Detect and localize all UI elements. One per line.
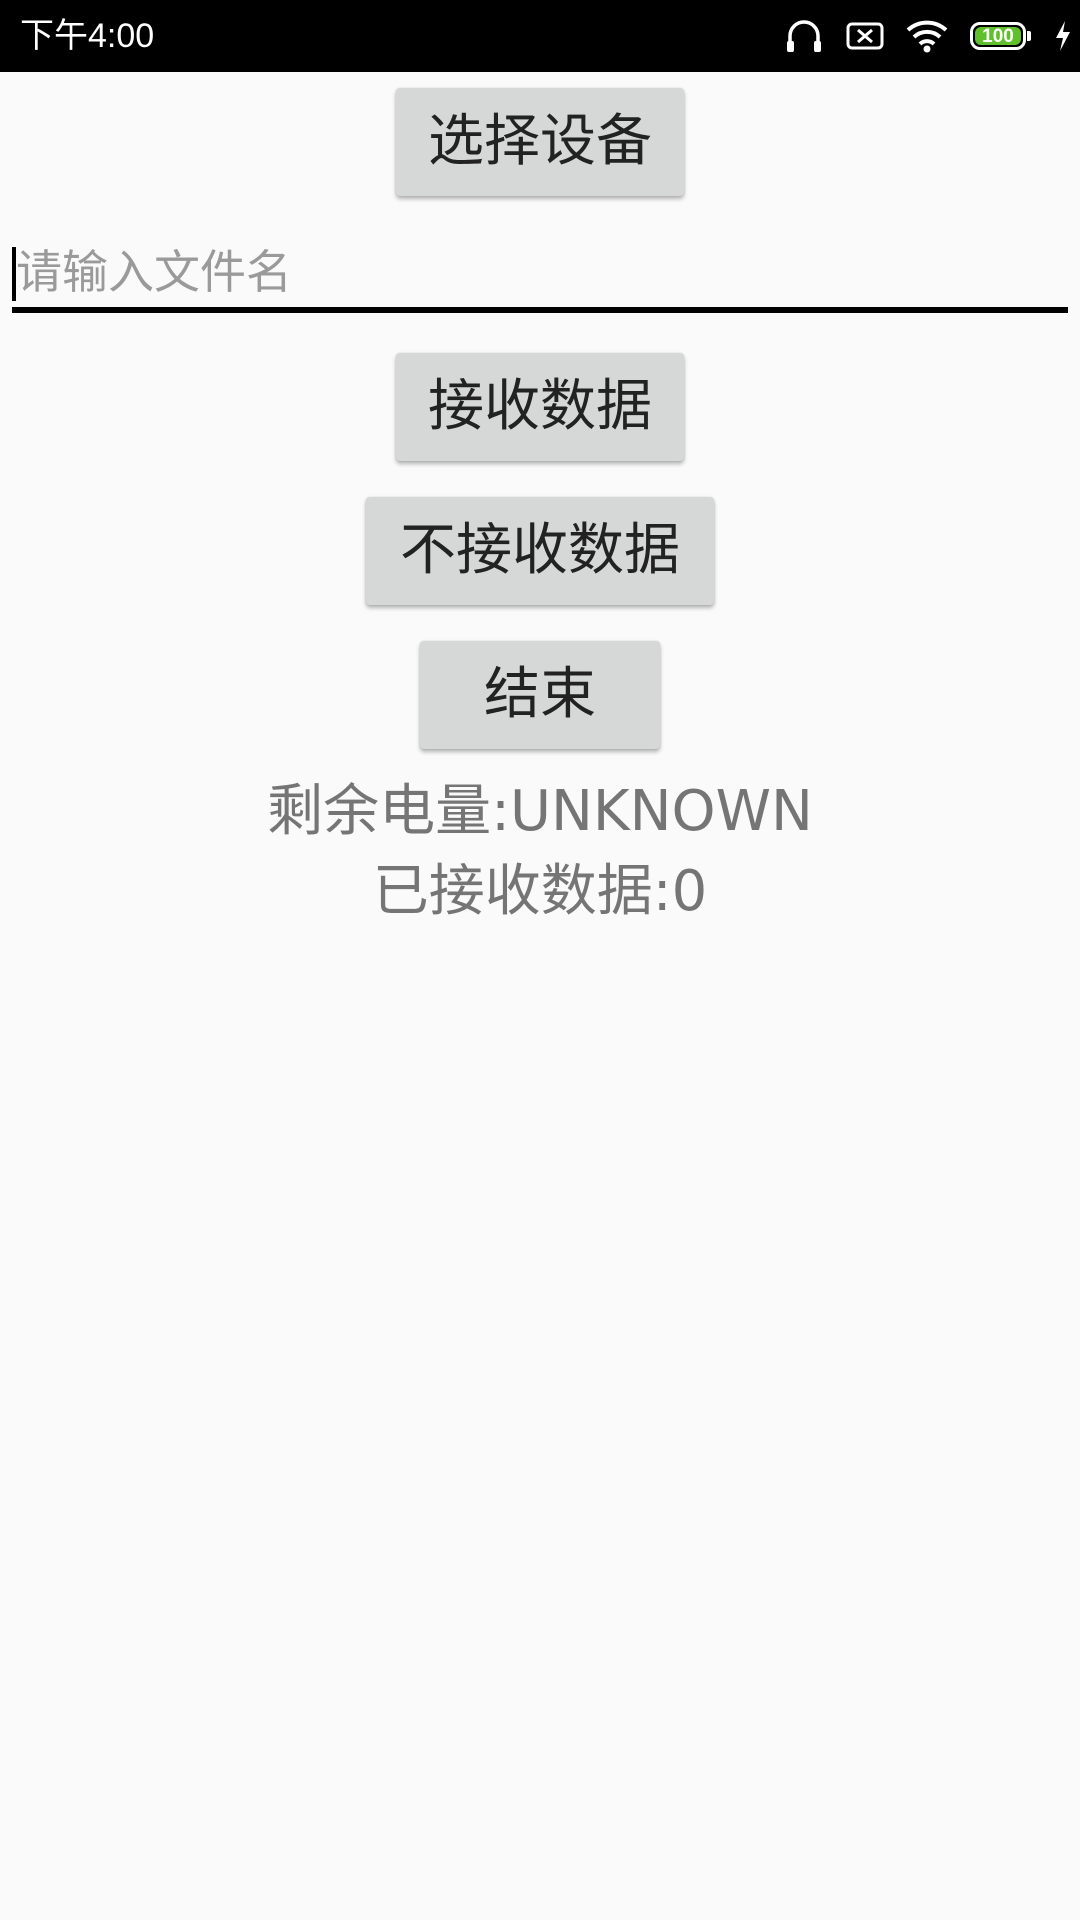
end-button[interactable]: 结束 <box>420 641 660 749</box>
select-device-button[interactable]: 选择设备 <box>396 88 684 196</box>
battery-icon: 100 <box>970 22 1032 50</box>
status-time: 下午4:00 <box>20 17 155 55</box>
remaining-battery-text: 剩余电量:UNKNOWN <box>267 779 813 844</box>
battery-level: 100 <box>982 26 1014 47</box>
filename-input[interactable] <box>12 237 1072 307</box>
wifi-icon <box>906 19 948 53</box>
status-bar: 下午4:00 100 <box>0 0 1080 72</box>
filename-field[interactable] <box>12 237 1072 313</box>
received-data-text: 已接收数据:0 <box>372 859 708 924</box>
charging-icon <box>1054 20 1072 52</box>
sim-off-icon <box>846 21 884 51</box>
receive-data-button[interactable]: 接收数据 <box>396 353 684 461</box>
headphones-icon <box>784 16 824 56</box>
not-receive-data-button[interactable]: 不接收数据 <box>366 497 714 605</box>
main-content: 选择设备 接收数据 不接收数据 结束 剩余电量:UNKNOWN 已接收数据:0 <box>0 72 1080 1920</box>
status-icons: 100 <box>784 14 1072 58</box>
